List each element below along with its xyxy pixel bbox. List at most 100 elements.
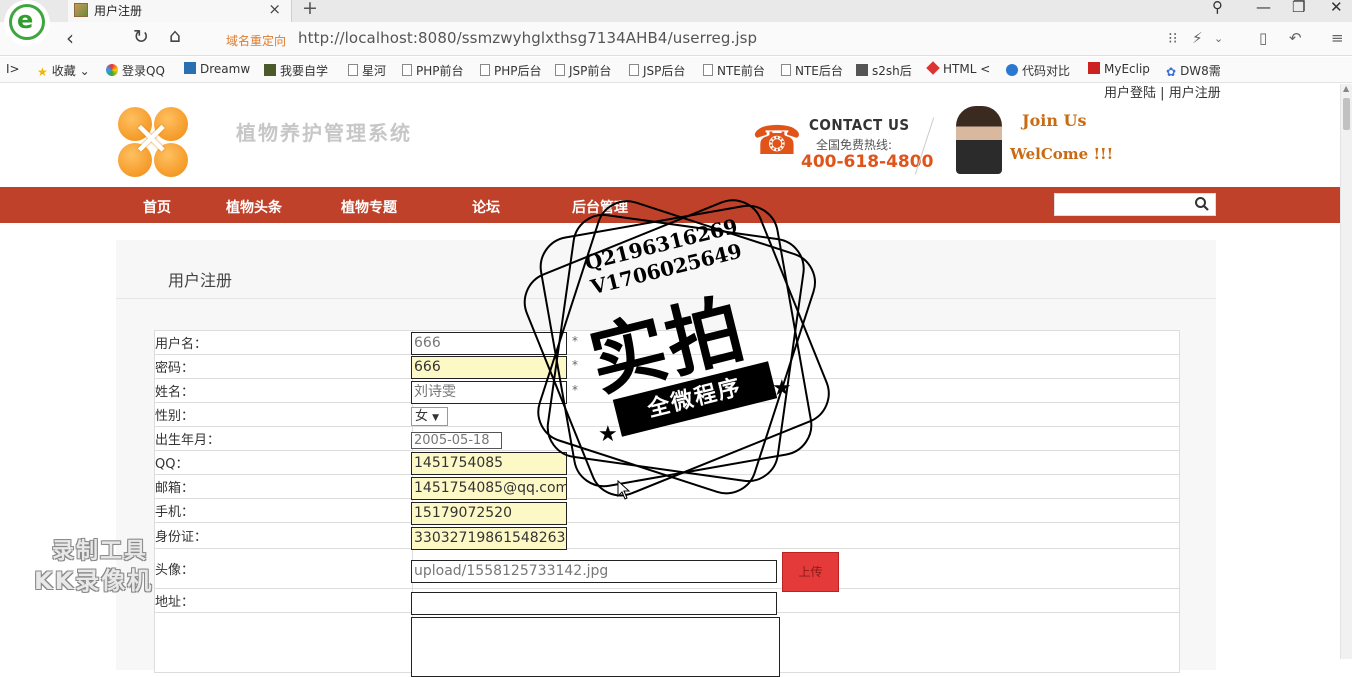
redirect-label: 域名重定向 — [226, 34, 287, 48]
dreamweaver-icon — [184, 62, 196, 74]
mouse-cursor-icon — [617, 480, 631, 500]
compare-icon — [1006, 64, 1018, 76]
nav-plant-topics[interactable]: 植物专题 — [341, 197, 397, 217]
new-tab-button[interactable]: + — [302, 0, 318, 19]
contact-title: CONTACT US — [809, 116, 910, 134]
search-input[interactable] — [1057, 196, 1195, 213]
bookmark-jsp-front[interactable]: JSP前台 — [555, 62, 611, 79]
birth-label: 出生年月： — [154, 426, 413, 451]
login-link[interactable]: 用户登陆 — [1104, 86, 1156, 101]
undo-icon[interactable]: ↶ — [1289, 29, 1302, 47]
bookmark-code-compare[interactable]: 代码对比 — [1006, 62, 1070, 79]
close-window-icon[interactable]: ✕ — [1330, 0, 1343, 16]
restore-icon[interactable]: ❐ — [1292, 0, 1305, 16]
model-photo — [956, 106, 1002, 174]
page-icon — [703, 64, 713, 76]
avatar-path-input[interactable]: upload/1558125733142.jpg — [411, 560, 777, 583]
qq-input[interactable]: 1451754085 — [411, 452, 567, 475]
bookmark-xinghe[interactable]: 星河 — [348, 62, 386, 79]
bookmark-html[interactable]: HTML < — [926, 61, 990, 76]
form-row-gender: 性别： — [154, 402, 1180, 427]
form-row-qq: QQ： — [154, 450, 1180, 475]
page-icon — [348, 64, 358, 76]
telephone-icon: ☎ — [752, 118, 802, 164]
chevron-down-icon: ▼ — [432, 413, 440, 423]
url-field[interactable]: http://localhost:8080/ssmzwyhglxthsg7134… — [298, 29, 757, 47]
email-input[interactable]: 1451754085@qq.com — [411, 477, 567, 500]
tab-title: 用户注册 — [94, 4, 143, 18]
remark-textarea[interactable] — [411, 617, 780, 677]
mobile-input[interactable]: 15179072520 — [411, 502, 567, 525]
bookmark-qq[interactable]: 登录QQ — [106, 62, 165, 79]
link-separator: | — [1160, 86, 1165, 101]
idcard-input[interactable]: 330327198615482633 — [411, 527, 567, 550]
required-mark: * — [572, 334, 578, 348]
name-input[interactable]: 刘诗雯 — [411, 381, 567, 404]
site-logo: ✕ — [118, 107, 188, 177]
bookmark-study[interactable]: 我要自学 — [264, 62, 328, 79]
tab-close-icon[interactable]: × — [268, 0, 281, 18]
bookmark-dw8[interactable]: ✿ DW8需 — [1166, 62, 1221, 79]
nav-admin[interactable]: 后台管理 — [572, 197, 628, 217]
refresh-icon[interactable]: ↻ — [133, 26, 149, 48]
username-input[interactable]: 666 — [411, 332, 567, 355]
pin-icon[interactable]: ⚲ — [1212, 0, 1223, 16]
bookmark-nte-back[interactable]: NTE后台 — [781, 62, 843, 79]
form-row-mobile: 手机： — [154, 498, 1180, 523]
chevron-down-icon[interactable]: ⌄ — [1214, 32, 1223, 45]
email-label: 邮箱： — [154, 474, 413, 499]
search-box — [1054, 193, 1216, 216]
form-row-birth: 出生年月： — [154, 426, 1180, 451]
nav-forum[interactable]: 论坛 — [472, 197, 500, 217]
nav-home[interactable]: 首页 — [143, 197, 171, 217]
lightning-icon[interactable]: ⚡ — [1192, 29, 1203, 47]
bookmark-php-back[interactable]: PHP后台 — [480, 62, 542, 79]
star-icon: ★ — [37, 65, 48, 79]
username-label: 用户名： — [154, 330, 413, 355]
qq-browser-icon — [106, 64, 118, 76]
hotline-number: 400-618-4800 — [801, 152, 934, 172]
avatar-label: 头像： — [154, 548, 413, 589]
contact-block: ☎ CONTACT US 全国免费热线: 400-618-4800 — [752, 112, 942, 176]
scroll-up-icon[interactable]: ▲ — [1343, 84, 1349, 93]
search-icon[interactable] — [1194, 195, 1210, 213]
join-us-text: Join Us — [1022, 111, 1087, 130]
scrollbar-thumb[interactable] — [1343, 98, 1350, 130]
grid-icon[interactable]: ⁝⁝ — [1168, 29, 1178, 47]
form-row-idcard: 身份证： — [154, 522, 1180, 549]
study-icon — [264, 64, 276, 76]
browser-tab[interactable]: 用户注册 × — [68, 0, 292, 22]
image-icon — [856, 64, 868, 76]
page-icon — [781, 64, 791, 76]
html-icon — [926, 61, 940, 75]
bookmark-s2sh[interactable]: s2sh后 — [856, 62, 912, 79]
upload-button[interactable]: 上传 — [782, 552, 839, 592]
paw-icon: ✿ — [1166, 65, 1177, 79]
page-favicon-icon — [74, 3, 88, 17]
nav-plant-headlines[interactable]: 植物头条 — [226, 197, 282, 217]
bookmark-php-front[interactable]: PHP前台 — [402, 62, 464, 79]
bookmark-myeclipse[interactable]: MyEclip — [1088, 62, 1150, 76]
gender-select[interactable]: 女 ▼ — [411, 407, 448, 426]
required-mark: * — [572, 358, 578, 372]
password-input[interactable]: 666 — [411, 356, 567, 379]
page-icon — [480, 64, 490, 76]
form-row-username: 用户名： — [154, 330, 1180, 355]
bookmark-favorites[interactable]: ★ 收藏 ⌄ — [37, 62, 90, 79]
mobile-label: 手机： — [154, 498, 413, 523]
bookmark-jsp-back[interactable]: JSP后台 — [629, 62, 685, 79]
register-link[interactable]: 用户注册 — [1169, 86, 1221, 101]
home-icon[interactable]: ⌂ — [169, 25, 181, 47]
page-scrollbar[interactable]: ▲ — [1340, 84, 1352, 659]
bookmark-nte-front[interactable]: NTE前台 — [703, 62, 765, 79]
birth-input[interactable]: 2005-05-18 — [411, 432, 502, 449]
bookmark-dreamweaver[interactable]: Dreamw — [184, 62, 250, 76]
menu-icon[interactable]: ≡ — [1331, 29, 1344, 47]
bookmark-page-icon[interactable]: ▯ — [1259, 29, 1267, 47]
hotline-label: 全国免费热线: — [816, 138, 893, 152]
panel-title: 用户注册 — [168, 271, 233, 290]
minimize-icon[interactable]: — — [1256, 0, 1271, 16]
back-icon[interactable]: ‹ — [66, 26, 74, 50]
address-input[interactable] — [411, 592, 777, 615]
sidebar-toggle-icon[interactable]: I> — [6, 62, 20, 76]
